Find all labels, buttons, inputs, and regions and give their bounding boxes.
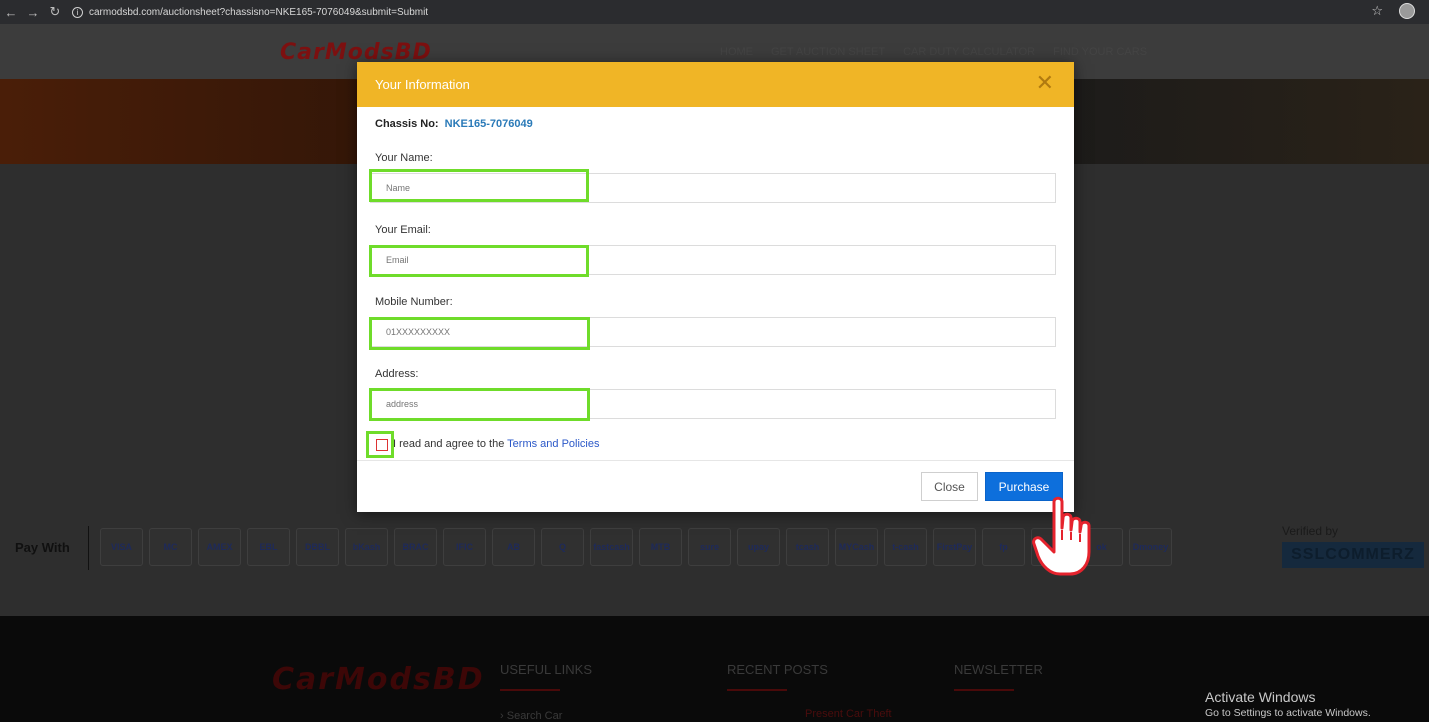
close-icon[interactable]: ✕ [1036, 72, 1054, 94]
forward-icon[interactable]: → [22, 5, 44, 20]
name-input[interactable] [370, 173, 1056, 203]
chassis-label: Chassis No: [375, 118, 439, 130]
mobile-input[interactable] [370, 317, 1056, 347]
payment-icon: BRAC [394, 528, 437, 566]
name-label: Your Name: [375, 152, 433, 164]
url-text: carmodsbd.com/auctionsheet?chassisno=NKE… [89, 6, 429, 18]
address-input[interactable] [370, 389, 1056, 419]
agree-text: I read and agree to the Terms and Polici… [393, 438, 600, 450]
terms-link[interactable]: Terms and Policies [507, 438, 599, 450]
site-nav: HOME GET AUCTION SHEET CAR DUTY CALCULAT… [720, 46, 1147, 58]
payment-icon: fp [982, 528, 1025, 566]
footer-link[interactable]: › Search Car [500, 710, 562, 722]
agree-label: I read and agree to the [393, 438, 505, 450]
payment-icon: upay [737, 528, 780, 566]
divider [88, 526, 89, 570]
payment-icon: tcash [786, 528, 829, 566]
address-label: Address: [375, 368, 419, 380]
payment-icon: AMEX [198, 528, 241, 566]
payment-icon: EBL [247, 528, 290, 566]
payment-icon: bKash [345, 528, 388, 566]
payment-icon: IFIC [443, 528, 486, 566]
close-button[interactable]: Close [921, 472, 978, 501]
pointer-hand-icon [1032, 496, 1091, 576]
footer-heading: RECENT POSTS [727, 662, 828, 677]
payment-icon: fastcash [590, 528, 633, 566]
footer-col-useful-links: USEFUL LINKS [500, 662, 592, 691]
browser-toolbar: ← → ↻ i carmodsbd.com/auctionsheet?chass… [0, 0, 1429, 24]
footer-heading: USEFUL LINKS [500, 662, 592, 677]
address-bar[interactable]: i carmodsbd.com/auctionsheet?chassisno=N… [72, 6, 429, 18]
pay-with-label: Pay With [15, 540, 70, 555]
payment-methods-bar: Pay With VISA MC AMEX EBL DBBL bKash BRAC IFIC A… [0, 520, 1429, 576]
activate-subtitle: Go to Settings to activate Windows. [1205, 707, 1371, 719]
payment-icon: VISA [100, 528, 143, 566]
chassis-value: NKE165-7076049 [444, 118, 533, 130]
modal-footer-divider [357, 460, 1074, 461]
payment-icon: t-cash [884, 528, 927, 566]
payment-icon: Dmoney [1129, 528, 1172, 566]
modal-header: Your Information [357, 62, 1074, 107]
profile-avatar[interactable] [1399, 3, 1415, 19]
nav-home[interactable]: HOME [720, 46, 753, 58]
nav-get-auction-sheet[interactable]: GET AUCTION SHEET [771, 46, 885, 58]
nav-find-your-cars[interactable]: FIND YOUR CARS [1053, 46, 1147, 58]
nav-car-duty-calculator[interactable]: CAR DUTY CALCULATOR [903, 46, 1035, 58]
footer-logo: CarModsBD [272, 662, 485, 697]
payment-icon: sure [688, 528, 731, 566]
back-icon[interactable]: ← [0, 5, 22, 20]
modal-title: Your Information [375, 77, 470, 92]
payment-icon: MTB [639, 528, 682, 566]
footer-col-newsletter: NEWSLETTER [954, 662, 1043, 691]
payment-icon: AB [492, 528, 535, 566]
footer-post[interactable]: Present Car Theft [805, 708, 892, 720]
payment-icon: MC [149, 528, 192, 566]
activate-title: Activate Windows [1205, 689, 1316, 705]
payment-icons: VISA MC AMEX EBL DBBL bKash BRAC IFIC AB Qfastcas… [100, 528, 1172, 566]
info-icon[interactable]: i [72, 6, 83, 18]
your-information-modal: Your Information ✕ Chassis No: NKE165-70… [357, 62, 1074, 512]
payment-icon: DBBL [296, 528, 339, 566]
verified-by-label: Verified by [1282, 524, 1339, 538]
reload-icon[interactable]: ↻ [44, 4, 66, 20]
sslcommerz-logo: SSLCOMMERZ [1282, 542, 1424, 568]
email-input[interactable] [370, 245, 1056, 275]
footer-col-recent-posts: RECENT POSTS [727, 662, 828, 691]
payment-icon: Q [541, 528, 584, 566]
checkbox-highlight [366, 431, 394, 458]
mobile-label: Mobile Number: [375, 296, 453, 308]
bookmark-star-icon[interactable]: ☆ [1371, 3, 1383, 19]
windows-activation-watermark: Activate Windows Go to Settings to activ… [1205, 689, 1371, 719]
email-label: Your Email: [375, 224, 431, 236]
payment-icon: MYCash [835, 528, 878, 566]
footer-heading: NEWSLETTER [954, 662, 1043, 677]
chassis-info: Chassis No: NKE165-7076049 [375, 118, 533, 130]
payment-icon: FirstPay [933, 528, 976, 566]
